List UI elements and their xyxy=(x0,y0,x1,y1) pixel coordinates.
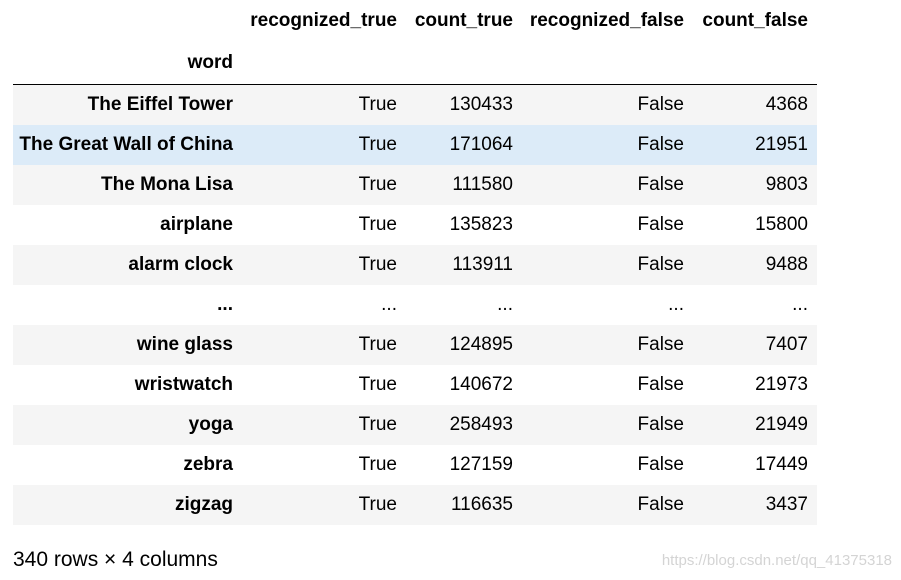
table-row: yoga True 258493 False 21949 xyxy=(13,405,817,445)
cell-count-false: 9803 xyxy=(765,174,808,195)
cell-count-true: 116635 xyxy=(451,494,513,515)
column-header-row: recognized_true count_true recognized_fa… xyxy=(13,0,817,42)
cell-count-false: 15800 xyxy=(755,214,808,235)
row-index-label: zigzag xyxy=(174,494,233,515)
row-index-label: The Eiffel Tower xyxy=(87,94,233,115)
cell-recognized-false: False xyxy=(637,334,684,355)
cell-recognized-false: False xyxy=(637,454,684,475)
column-header-count-false: count_false xyxy=(702,10,808,31)
cell-count-true: 171064 xyxy=(449,134,513,155)
ellipsis-row: ............... xyxy=(13,285,817,325)
cell-recognized-true: True xyxy=(358,214,397,235)
column-header-recognized-true: recognized_true xyxy=(250,10,397,31)
cell-recognized-true: True xyxy=(358,334,397,355)
cell-recognized-false: False xyxy=(637,214,684,235)
cell-recognized-true: True xyxy=(358,94,397,115)
cell-count-true: 135823 xyxy=(449,214,513,235)
cell-recognized-false: False xyxy=(637,94,684,115)
table-row: wine glass True 124895 False 7407 xyxy=(13,325,817,365)
row-index-label: ... xyxy=(217,294,233,315)
cell-recognized-false: False xyxy=(637,134,684,155)
cell-count-false: 21973 xyxy=(755,374,808,395)
table-body: The Eiffel Tower True 130433 False 4368 The G… xyxy=(13,84,817,525)
cell-count-true: 124895 xyxy=(449,334,513,355)
row-index-label: zebra xyxy=(183,454,233,475)
cell-count-false: 4368 xyxy=(765,94,808,115)
cell-count-true: 258493 xyxy=(449,414,513,435)
cell-count-false: 3437 xyxy=(765,494,808,515)
cell-count-true: 140672 xyxy=(449,374,513,395)
row-index-label: The Mona Lisa xyxy=(101,174,233,195)
table-row: alarm clock True 113911 False 9488 xyxy=(13,245,817,285)
cell-recognized-true: ... xyxy=(381,294,397,315)
cell-count-false: 17449 xyxy=(755,454,808,475)
cell-recognized-true: True xyxy=(358,414,397,435)
cell-recognized-true: True xyxy=(358,174,397,195)
cell-count-false: 21949 xyxy=(755,414,808,435)
table-row: zebra True 127159 False 17449 xyxy=(13,445,817,485)
dataframe-output: recognized_true count_true recognized_fa… xyxy=(13,0,817,525)
cell-count-false: 21951 xyxy=(755,134,808,155)
row-index-label: The Great Wall of China xyxy=(19,134,233,155)
cell-recognized-false: ... xyxy=(668,294,684,315)
watermark-text: https://blog.csdn.net/qq_41375318 xyxy=(661,552,892,569)
column-header-count-true: count_true xyxy=(414,10,513,31)
cell-count-true: 111580 xyxy=(452,174,513,195)
cell-count-true: 127159 xyxy=(449,454,513,475)
table-row: zigzag True 116635 False 3437 xyxy=(13,485,817,525)
row-index-label: alarm clock xyxy=(128,254,233,275)
index-name-row: word xyxy=(13,42,817,85)
cell-count-false: ... xyxy=(792,294,808,315)
dataframe-table: recognized_true count_true recognized_fa… xyxy=(13,0,817,525)
row-index-label: wine glass xyxy=(136,334,233,355)
row-index-label: airplane xyxy=(160,214,233,235)
index-corner xyxy=(13,0,242,42)
cell-count-true: 113911 xyxy=(452,254,513,275)
row-index-label: yoga xyxy=(188,414,233,435)
table-row: airplane True 135823 False 15800 xyxy=(13,205,817,245)
cell-recognized-false: False xyxy=(637,494,684,515)
cell-recognized-true: True xyxy=(358,454,397,475)
cell-recognized-true: True xyxy=(358,494,397,515)
table-header: recognized_true count_true recognized_fa… xyxy=(13,0,817,85)
table-row: The Great Wall of China True 171064 False 21… xyxy=(13,125,817,165)
index-name: word xyxy=(187,52,233,73)
row-index-label: wristwatch xyxy=(134,374,233,395)
table-row: The Eiffel Tower True 130433 False 4368 xyxy=(13,84,817,125)
cell-recognized-true: True xyxy=(358,134,397,155)
table-row: The Mona Lisa True 111580 False 9803 xyxy=(13,165,817,205)
cell-recognized-true: True xyxy=(358,254,397,275)
cell-recognized-false: False xyxy=(637,374,684,395)
cell-count-true: 130433 xyxy=(449,94,513,115)
cell-count-true: ... xyxy=(497,294,513,315)
cell-recognized-false: False xyxy=(637,414,684,435)
table-row: wristwatch True 140672 False 21973 xyxy=(13,365,817,405)
cell-recognized-true: True xyxy=(358,374,397,395)
column-header-recognized-false: recognized_false xyxy=(529,10,684,31)
cell-recognized-false: False xyxy=(637,174,684,195)
cell-recognized-false: False xyxy=(637,254,684,275)
table-shape-caption: 340 rows × 4 columns xyxy=(13,548,218,571)
cell-count-false: 9488 xyxy=(765,254,808,275)
cell-count-false: 7407 xyxy=(765,334,808,355)
